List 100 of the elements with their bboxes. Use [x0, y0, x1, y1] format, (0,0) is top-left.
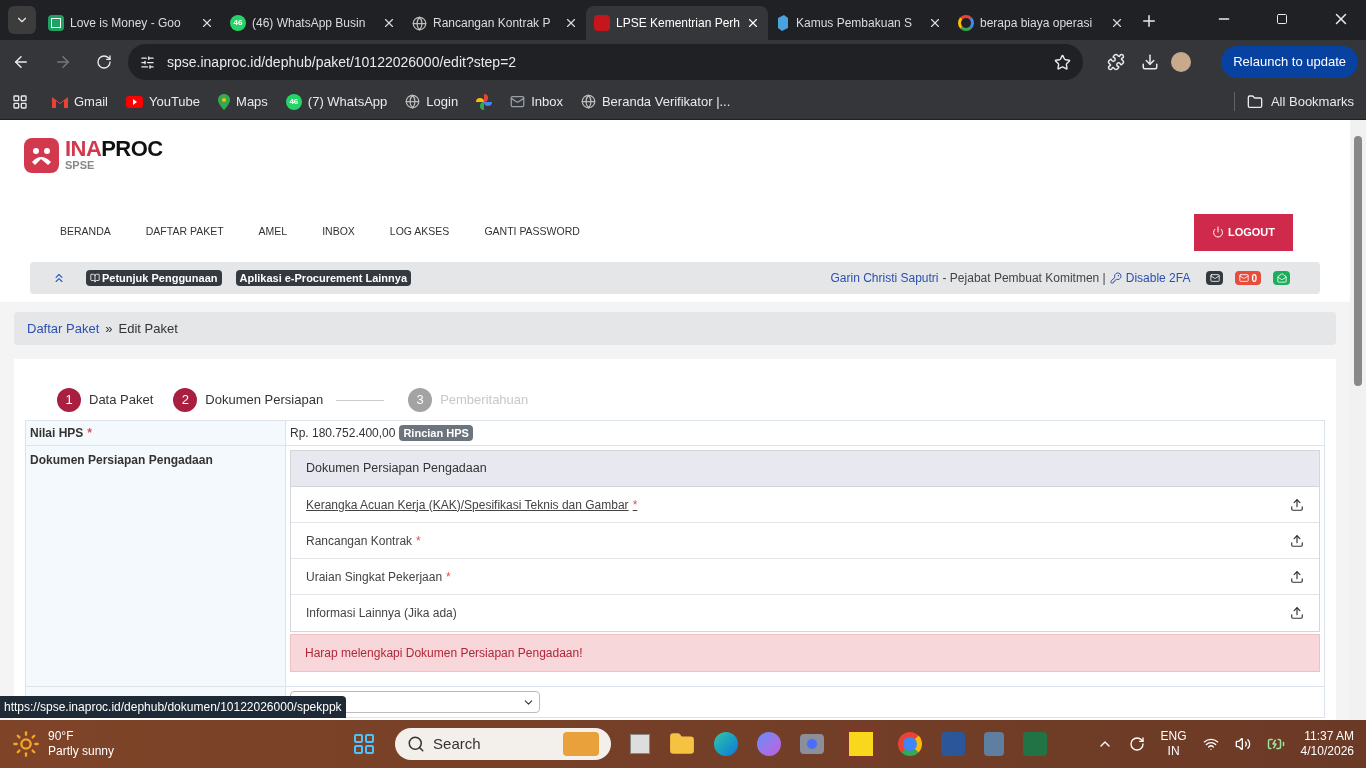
logo-icon	[24, 138, 59, 173]
clock-time[interactable]: 11:37 AM	[1300, 729, 1354, 744]
user-name-link[interactable]: Garin Christi Saputri	[830, 269, 939, 287]
volume-icon[interactable]	[1234, 736, 1251, 752]
collapse-icon[interactable]	[52, 271, 66, 285]
upload-icon[interactable]	[1290, 533, 1304, 548]
relaunch-button[interactable]: Relaunch to update	[1221, 46, 1358, 78]
breadcrumb-current: Edit Paket	[118, 319, 178, 338]
bookmark-link[interactable]: Inbox	[531, 91, 563, 112]
download-icon[interactable]	[1141, 53, 1159, 71]
whatsapp-icon: 46	[285, 93, 302, 110]
disable-2fa-link[interactable]: Disable 2FA	[1125, 269, 1191, 287]
map-pin-icon	[218, 93, 231, 110]
sheets-icon	[48, 15, 64, 31]
upload-icon[interactable]	[1290, 606, 1304, 620]
tab-search-button[interactable]	[8, 6, 36, 34]
globe-icon	[580, 94, 596, 109]
close-icon[interactable]	[1110, 16, 1124, 30]
google-icon	[958, 15, 974, 31]
close-icon[interactable]	[564, 16, 578, 30]
bookmark-link[interactable]: Login	[426, 91, 459, 112]
folder-icon[interactable]	[669, 731, 696, 757]
mail-icon	[1239, 273, 1250, 283]
field-label: Dokumen Persiapan Pengadaan	[30, 453, 213, 467]
hps-value: Rp. 180.752.400,00	[290, 425, 396, 442]
nav-link[interactable]: BERANDA	[60, 224, 111, 240]
bookmark-link[interactable]: Gmail	[74, 91, 108, 112]
bookmark-link[interactable]: YouTube	[148, 91, 201, 112]
sticky-notes-icon[interactable]	[843, 726, 880, 762]
bookmark-link[interactable]: (7) WhatsApp	[307, 91, 388, 112]
help-button[interactable]: Petunjuk Penggunaan	[86, 269, 222, 287]
tab-title: berapa biaya operasi	[980, 15, 1094, 32]
gmail-icon	[52, 95, 68, 108]
wifi-icon[interactable]	[1202, 736, 1219, 752]
bookmark-star-icon[interactable]	[1054, 53, 1071, 71]
browser-tab[interactable]: Rancangan Kontrak P	[404, 6, 586, 40]
nav-link[interactable]: DAFTAR PAKET	[145, 224, 224, 240]
upload-icon[interactable]	[1290, 569, 1304, 584]
clock-date[interactable]: 4/10/2026	[1300, 744, 1354, 759]
new-tab-icon[interactable]	[1140, 12, 1158, 30]
bookmark-link[interactable]: Maps	[236, 91, 268, 112]
document-link[interactable]: Uraian Singkat Pekerjaan *	[306, 567, 451, 586]
nav-link[interactable]: AMEL	[258, 224, 288, 240]
browser-tab[interactable]: LPSE Kementrian Perh	[586, 6, 768, 40]
status-url-tooltip: https://spse.inaproc.id/dephub/dokumen/10122026000/spekppk	[0, 696, 346, 718]
forward-icon[interactable]	[54, 53, 72, 71]
unread-mail-button[interactable]: 0	[1235, 271, 1261, 285]
close-icon[interactable]	[746, 16, 760, 30]
bookmark-link[interactable]: Beranda Verifikator |...	[601, 91, 731, 112]
logo-text: INAPROC	[65, 138, 163, 160]
tab-title: Love is Money - Goo	[70, 15, 182, 32]
tab-title: LPSE Kementrian Perh	[615, 15, 741, 32]
whatsapp-icon: 46	[230, 15, 246, 31]
chrome-icon[interactable]	[898, 732, 923, 756]
tab-title: (46) WhatsApp Busin	[252, 15, 367, 32]
all-bookmarks-link[interactable]: All Bookmarks	[1270, 91, 1354, 112]
search-field[interactable]: Search	[395, 728, 612, 760]
browser-tab[interactable]: Kamus Pembakuan S	[768, 6, 950, 40]
logout-button[interactable]: LOGOUT	[1193, 213, 1293, 251]
search-icon	[407, 735, 426, 753]
close-icon[interactable]	[382, 16, 396, 30]
browser-tab[interactable]: Love is Money - Goo	[40, 6, 222, 40]
folder-icon	[1246, 93, 1263, 110]
scrollbar[interactable]	[1350, 120, 1366, 720]
document-link[interactable]: Rancangan Kontrak *	[306, 531, 421, 550]
sync-icon[interactable]	[1128, 736, 1145, 752]
browser-tab[interactable]: 46 (46) WhatsApp Busin	[222, 6, 404, 40]
document-link[interactable]: Kerangka Acuan Kerja (KAK)/Spesifikasi Teknis dan Gambar *	[306, 495, 638, 514]
profile-avatar[interactable]	[1171, 52, 1191, 72]
step-item: 1 Data Paket	[57, 388, 154, 412]
close-icon[interactable]	[928, 16, 942, 30]
book-icon	[776, 15, 790, 31]
region-text[interactable]: IN	[1160, 744, 1187, 759]
close-icon[interactable]	[200, 16, 214, 30]
panel-title: Dokumen Persiapan Pengadaan	[306, 460, 487, 478]
maximize-icon[interactable]	[1276, 13, 1288, 25]
start-icon[interactable]	[352, 732, 377, 756]
language-text[interactable]: ENG	[1160, 729, 1187, 744]
mail-icon	[510, 94, 526, 109]
extensions-icon[interactable]	[1107, 53, 1125, 71]
browser-tab[interactable]: berapa biaya operasi	[950, 6, 1132, 40]
mail-button[interactable]	[1206, 271, 1224, 285]
globe-icon	[412, 15, 427, 31]
rincian-hps-button[interactable]: Rincian HPS	[399, 424, 473, 442]
book-icon	[90, 273, 100, 283]
camera-icon[interactable]	[800, 734, 825, 754]
globe-icon	[405, 94, 421, 109]
apps-link-button[interactable]: Aplikasi e-Procurement Lainnya	[235, 269, 411, 287]
document-link[interactable]: Informasi Lainnya (Jika ada)	[306, 604, 457, 622]
nav-link[interactable]: GANTI PASSWORD	[484, 224, 580, 240]
reload-icon[interactable]	[96, 54, 112, 70]
back-icon[interactable]	[12, 53, 30, 71]
breadcrumb-link[interactable]: Daftar Paket	[27, 318, 100, 339]
site-info-icon[interactable]	[140, 54, 155, 70]
pinwheel-icon	[476, 93, 493, 110]
apps-icon[interactable]	[12, 93, 28, 110]
upload-icon[interactable]	[1290, 497, 1304, 512]
nav-link[interactable]: INBOX	[322, 224, 355, 240]
address-bar[interactable]: spse.inaproc.id/dephub/paket/10122026000/edit?step=2	[128, 44, 1083, 80]
nav-link[interactable]: LOG AKSES	[389, 224, 450, 240]
